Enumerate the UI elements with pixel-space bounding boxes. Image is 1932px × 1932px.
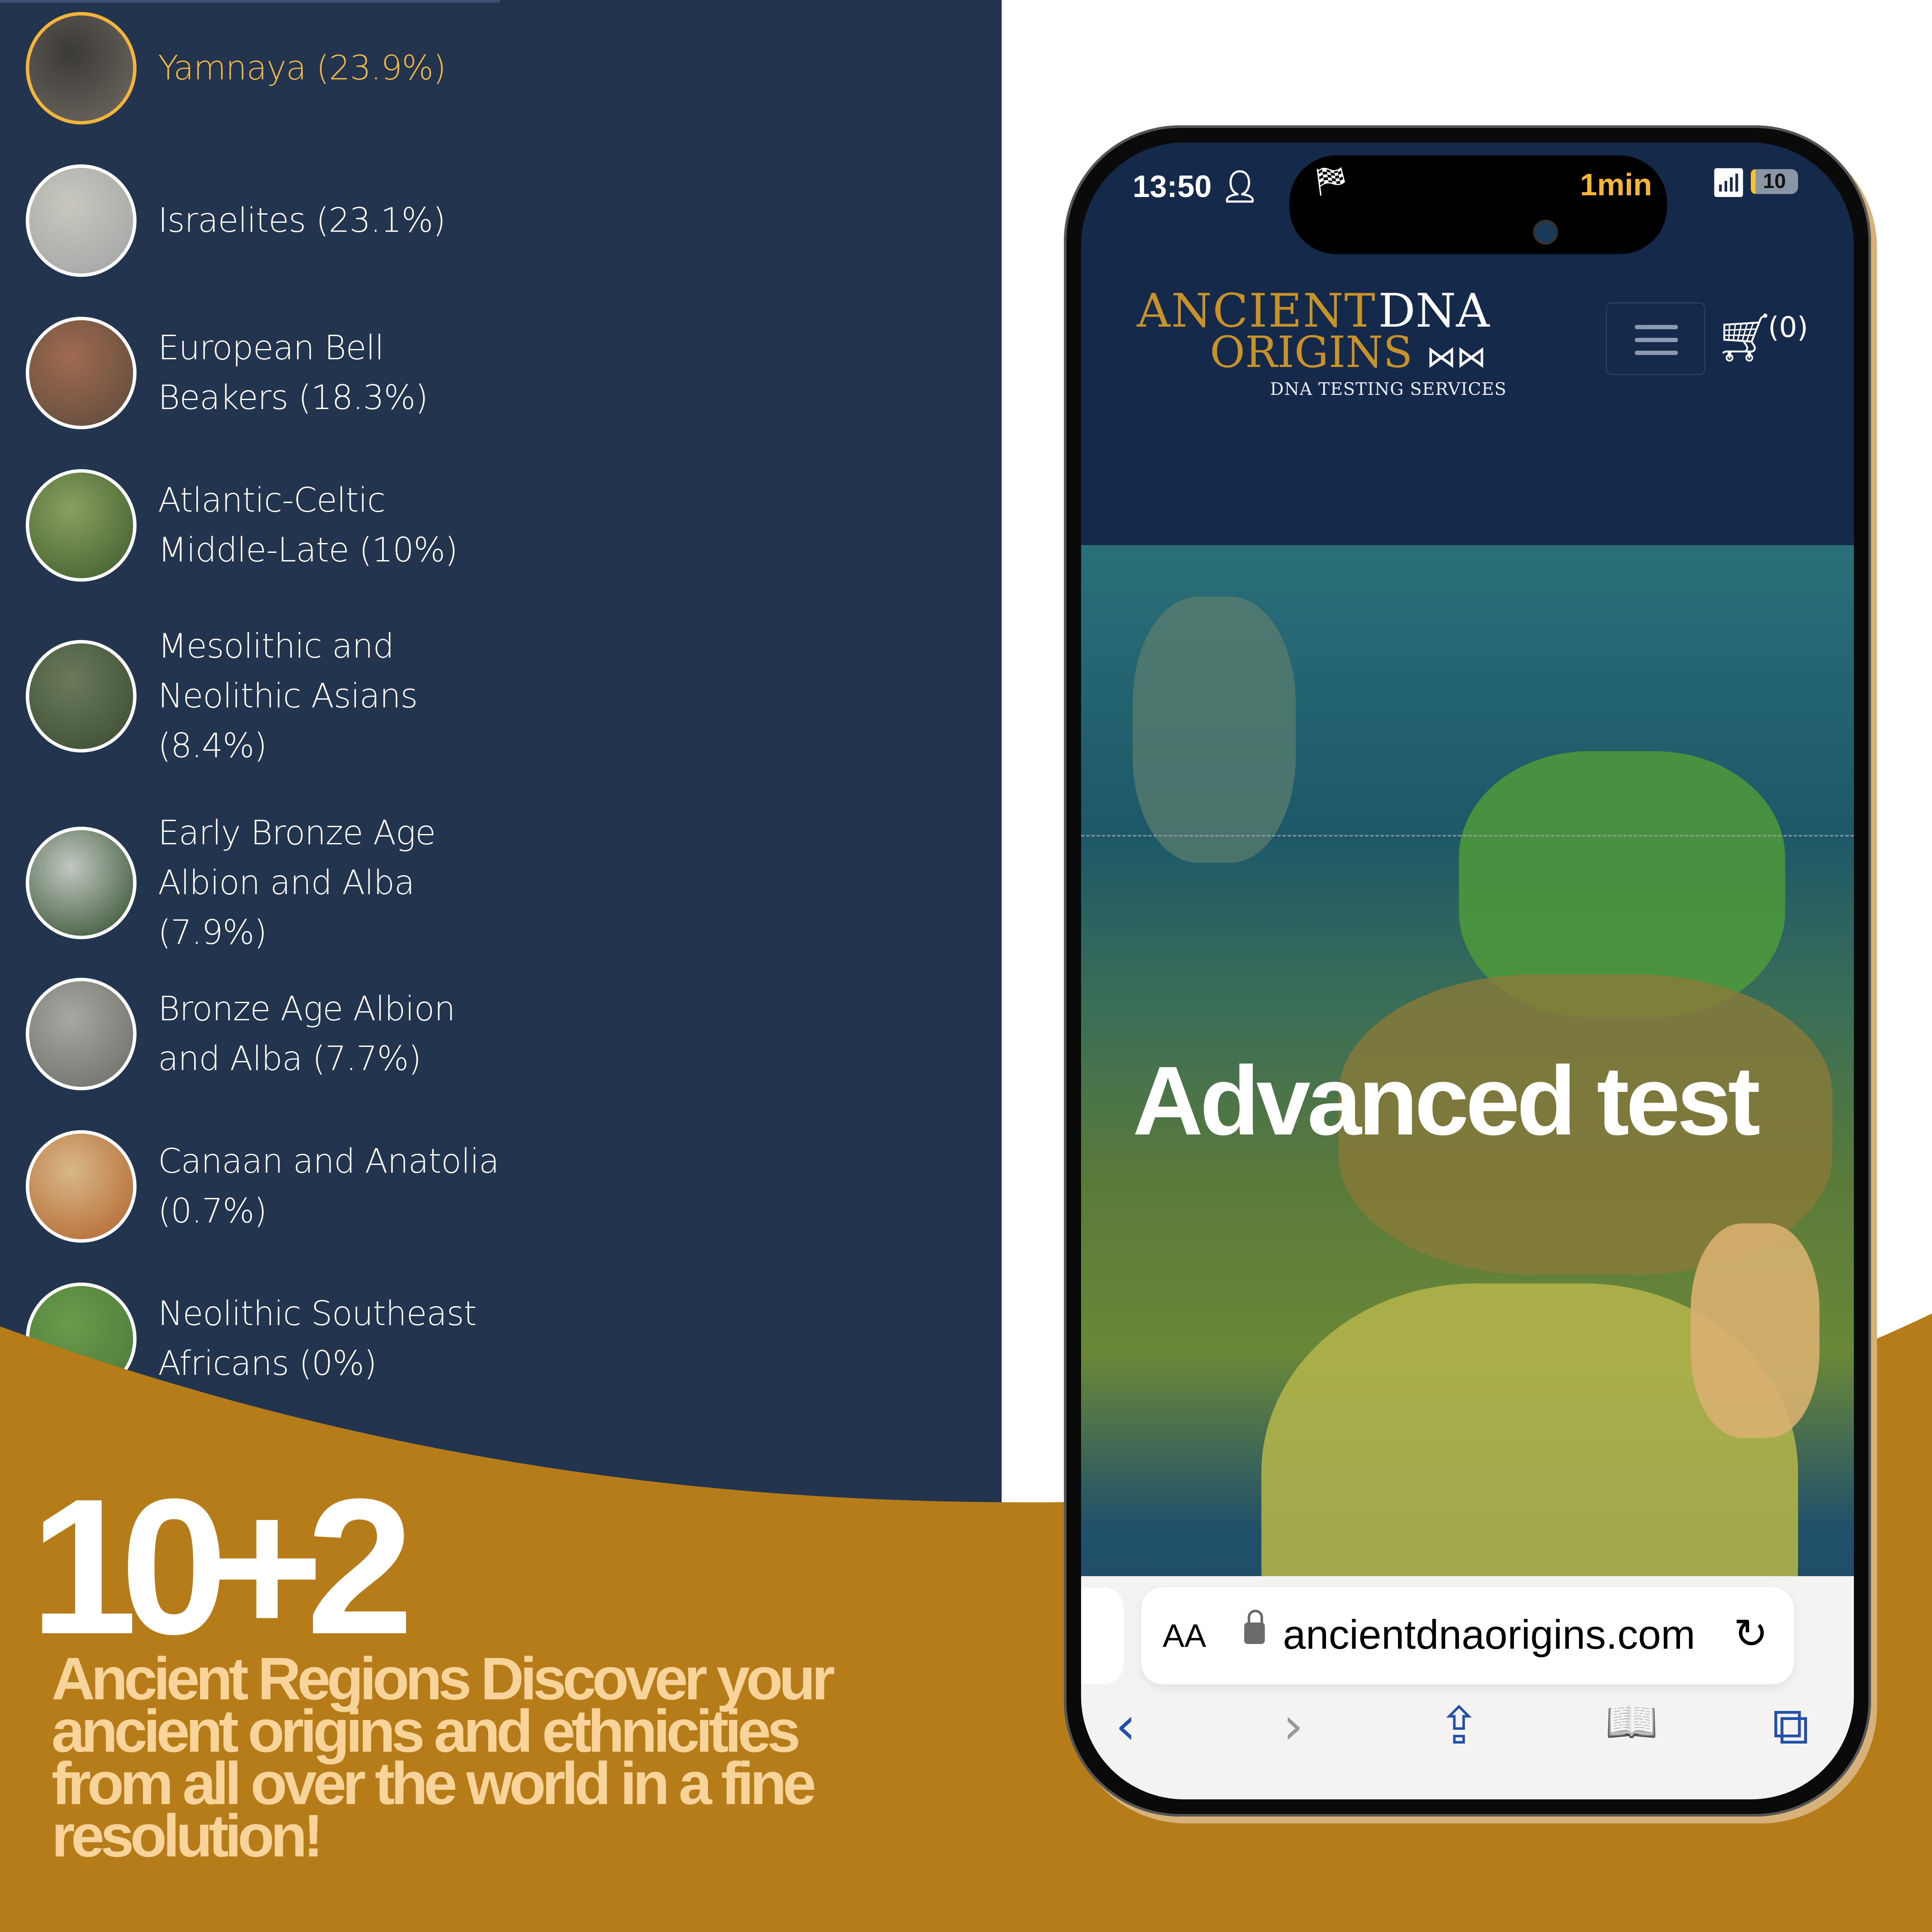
battery-fill	[1751, 169, 1756, 194]
browser-nav: ‹ › ⇪ 📖 ⧉	[1081, 1696, 1854, 1765]
live-activity-timer: 1min	[1580, 168, 1652, 202]
previous-tab-edge[interactable]	[1081, 1587, 1124, 1684]
cart-count[interactable]: (0)	[1768, 311, 1808, 344]
back-icon[interactable]: ‹	[1115, 1696, 1136, 1756]
wifi-icon: 📶︎	[1710, 166, 1747, 199]
status-time: 13:50 👤︎	[1133, 168, 1260, 205]
phone-mockup: ANCIENT DNA ORIGINS ⋈⋈ DNA TESTING SERVI…	[1064, 125, 1871, 1817]
lock-icon	[1244, 1610, 1265, 1644]
battery-level: 10	[1763, 170, 1786, 193]
map-land-greenland	[1133, 597, 1296, 863]
time-text: 13:50	[1133, 170, 1212, 204]
camera-icon	[1533, 220, 1558, 245]
dynamic-island-extension	[1364, 207, 1553, 254]
reload-icon[interactable]: ↻	[1734, 1610, 1768, 1658]
arctic-circle-line	[1081, 835, 1854, 837]
regions-count-headline: 10+2	[30, 1459, 414, 1674]
browser-toolbar: AA ancientdnaorigins.com ↻ ‹ › ⇪ 📖 ⧉	[1081, 1576, 1854, 1799]
hero-title: Advanced test	[1133, 1046, 1760, 1156]
battery-indicator: 10	[1751, 169, 1798, 194]
text-size-button[interactable]: AA	[1163, 1617, 1206, 1655]
logo-origins-text: ORIGINS	[1210, 327, 1413, 377]
url-text[interactable]: ancientdnaorigins.com	[1283, 1611, 1695, 1659]
status-bar: 13:50 👤︎ 🏁︎ 1min 📶︎ 10	[1081, 143, 1854, 254]
checkered-flag-icon: 🏁︎	[1313, 165, 1349, 198]
dna-helix-icon: ⋈⋈	[1426, 339, 1486, 374]
hero-map: Advanced test	[1081, 545, 1854, 1756]
cart-icon[interactable]: 🛒︎	[1715, 310, 1775, 365]
promo-tagline: Ancient Regions Discover your ancient or…	[52, 1645, 835, 1869]
logo-subtitle: DNA TESTING SERVICES	[1270, 379, 1507, 399]
address-bar[interactable]: AA ancientdnaorigins.com ↻	[1141, 1587, 1794, 1684]
phone-screen: ANCIENT DNA ORIGINS ⋈⋈ DNA TESTING SERVI…	[1081, 143, 1854, 1799]
menu-button[interactable]	[1606, 302, 1705, 375]
site-logo[interactable]: ANCIENT DNA ORIGINS ⋈⋈ DNA TESTING SERVI…	[1137, 284, 1506, 399]
bookmarks-icon[interactable]: 📖	[1605, 1696, 1659, 1747]
person-icon: 👤︎	[1220, 170, 1260, 204]
map-land-arabia	[1691, 1223, 1820, 1438]
forward-icon[interactable]: ›	[1283, 1696, 1303, 1756]
tabs-icon[interactable]: ⧉	[1772, 1696, 1809, 1756]
share-icon[interactable]: ⇪	[1437, 1696, 1481, 1756]
logo-origins: ORIGINS ⋈⋈	[1210, 327, 1486, 377]
